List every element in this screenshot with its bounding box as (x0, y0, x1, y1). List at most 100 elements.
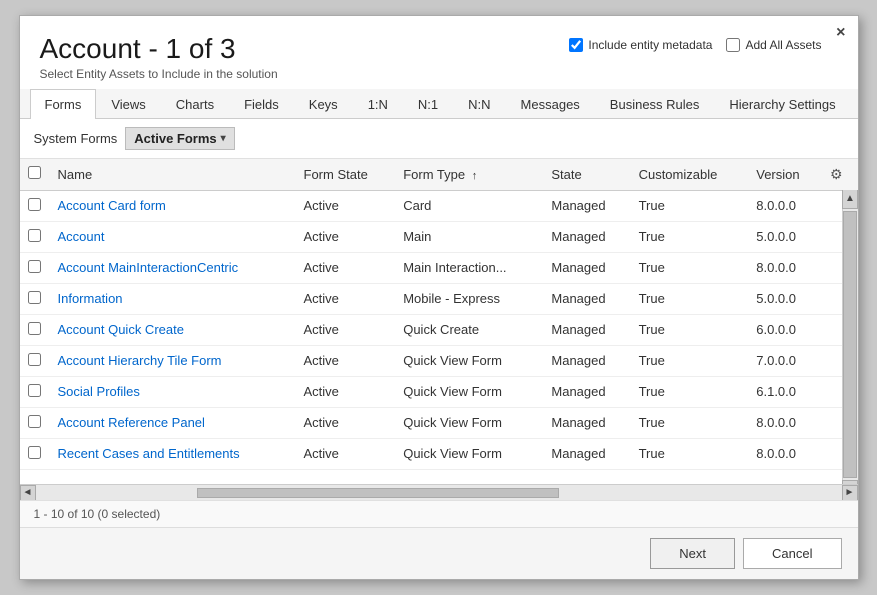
row-customizable-cell: True (631, 190, 749, 221)
horizontal-scrollbar[interactable]: ◄ ► (20, 484, 858, 500)
row-name-cell: Account (50, 221, 296, 252)
row-version-cell: 6.0.0.0 (748, 314, 822, 345)
tab-1n[interactable]: 1:N (353, 89, 403, 119)
hscroll-thumb[interactable] (197, 488, 560, 498)
col-form-type[interactable]: Form Type ↑ (395, 159, 543, 191)
tab-nn[interactable]: N:N (453, 89, 505, 119)
row-name-link[interactable]: Account MainInteractionCentric (58, 260, 239, 275)
row-form-state-cell: Active (296, 345, 396, 376)
row-name-link[interactable]: Account Card form (58, 198, 166, 213)
row-checkbox[interactable] (28, 260, 41, 273)
close-button[interactable]: × (836, 24, 845, 42)
row-form-type-cell: Main Interaction... (395, 252, 543, 283)
pagination-label: 1 - 10 of 10 (0 selected) (34, 507, 161, 521)
row-name-cell: Account MainInteractionCentric (50, 252, 296, 283)
row-customizable-cell: True (631, 407, 749, 438)
row-checkbox[interactable] (28, 446, 41, 459)
tab-hierarchy-settings[interactable]: Hierarchy Settings (714, 89, 850, 119)
row-checkbox[interactable] (28, 322, 41, 335)
col-check[interactable] (20, 159, 50, 191)
row-form-state-cell: Active (296, 314, 396, 345)
scroll-up-button[interactable]: ▲ (842, 189, 858, 209)
sort-icon: ↑ (472, 170, 478, 182)
row-checkbox[interactable] (28, 384, 41, 397)
row-name-link[interactable]: Recent Cases and Entitlements (58, 446, 240, 461)
row-checkbox[interactable] (28, 353, 41, 366)
row-version-cell: 7.0.0.0 (748, 345, 822, 376)
row-state-cell: Managed (543, 190, 630, 221)
table-row: Account Card form Active Card Managed Tr… (20, 190, 858, 221)
row-form-state-cell: Active (296, 252, 396, 283)
row-name-cell: Recent Cases and Entitlements (50, 438, 296, 469)
active-forms-dropdown[interactable]: Active Forms ▾ (125, 127, 234, 150)
hscroll-right-button[interactable]: ► (842, 485, 858, 501)
row-name-link[interactable]: Information (58, 291, 123, 306)
tab-views[interactable]: Views (96, 89, 160, 119)
gear-icon[interactable]: ⚙ (830, 166, 843, 182)
row-state-cell: Managed (543, 376, 630, 407)
next-button[interactable]: Next (650, 538, 735, 569)
row-checkbox-cell[interactable] (20, 376, 50, 407)
row-version-cell: 8.0.0.0 (748, 407, 822, 438)
row-name-link[interactable]: Account Reference Panel (58, 415, 205, 430)
table-scroll[interactable]: Name Form State Form Type ↑ State Custom… (20, 159, 858, 484)
row-form-type-cell: Quick View Form (395, 407, 543, 438)
tab-business-rules[interactable]: Business Rules (595, 89, 715, 119)
row-checkbox-cell[interactable] (20, 283, 50, 314)
dialog-header: Account - 1 of 3 Select Entity Assets to… (20, 16, 858, 89)
row-name-cell: Account Hierarchy Tile Form (50, 345, 296, 376)
row-name-link[interactable]: Account (58, 229, 105, 244)
row-state-cell: Managed (543, 345, 630, 376)
table-row: Recent Cases and Entitlements Active Qui… (20, 438, 858, 469)
hscroll-left-button[interactable]: ◄ (20, 485, 36, 501)
row-checkbox[interactable] (28, 198, 41, 211)
tab-messages[interactable]: Messages (506, 89, 595, 119)
include-metadata-option: Include entity metadata (569, 38, 712, 52)
row-checkbox[interactable] (28, 291, 41, 304)
row-checkbox-cell[interactable] (20, 407, 50, 438)
col-customizable[interactable]: Customizable (631, 159, 749, 191)
row-name-link[interactable]: Social Profiles (58, 384, 140, 399)
row-customizable-cell: True (631, 438, 749, 469)
row-form-state-cell: Active (296, 407, 396, 438)
include-metadata-label: Include entity metadata (588, 38, 712, 52)
tab-charts[interactable]: Charts (161, 89, 229, 119)
row-version-cell: 8.0.0.0 (748, 438, 822, 469)
add-all-assets-checkbox[interactable] (726, 38, 740, 52)
row-checkbox[interactable] (28, 229, 41, 242)
row-form-state-cell: Active (296, 221, 396, 252)
row-state-cell: Managed (543, 407, 630, 438)
row-checkbox-cell[interactable] (20, 314, 50, 345)
row-form-state-cell: Active (296, 190, 396, 221)
row-checkbox-cell[interactable] (20, 345, 50, 376)
col-form-state[interactable]: Form State (296, 159, 396, 191)
col-state[interactable]: State (543, 159, 630, 191)
include-metadata-checkbox[interactable] (569, 38, 583, 52)
tab-n1[interactable]: N:1 (403, 89, 453, 119)
col-name[interactable]: Name (50, 159, 296, 191)
row-form-state-cell: Active (296, 376, 396, 407)
row-checkbox-cell[interactable] (20, 221, 50, 252)
row-version-cell: 8.0.0.0 (748, 252, 822, 283)
tab-forms[interactable]: Forms (30, 89, 97, 119)
col-settings[interactable]: ⚙ (822, 159, 858, 191)
tab-fields[interactable]: Fields (229, 89, 294, 119)
vertical-scrollbar[interactable]: ▲ ▼ (842, 189, 858, 500)
row-name-link[interactable]: Account Quick Create (58, 322, 184, 337)
tab-keys[interactable]: Keys (294, 89, 353, 119)
row-checkbox-cell[interactable] (20, 438, 50, 469)
table-row: Account Active Main Managed True 5.0.0.0 (20, 221, 858, 252)
hscroll-track (36, 488, 842, 498)
row-form-type-cell: Quick View Form (395, 438, 543, 469)
scroll-thumb[interactable] (843, 211, 857, 478)
row-form-type-cell: Card (395, 190, 543, 221)
select-all-checkbox[interactable] (28, 166, 41, 179)
row-checkbox-cell[interactable] (20, 252, 50, 283)
row-checkbox-cell[interactable] (20, 190, 50, 221)
col-version[interactable]: Version (748, 159, 822, 191)
row-checkbox[interactable] (28, 415, 41, 428)
cancel-button[interactable]: Cancel (743, 538, 841, 569)
row-name-link[interactable]: Account Hierarchy Tile Form (58, 353, 222, 368)
tabs-bar: Forms Views Charts Fields Keys 1:N N:1 N… (20, 89, 858, 119)
table-row: Account MainInteractionCentric Active Ma… (20, 252, 858, 283)
